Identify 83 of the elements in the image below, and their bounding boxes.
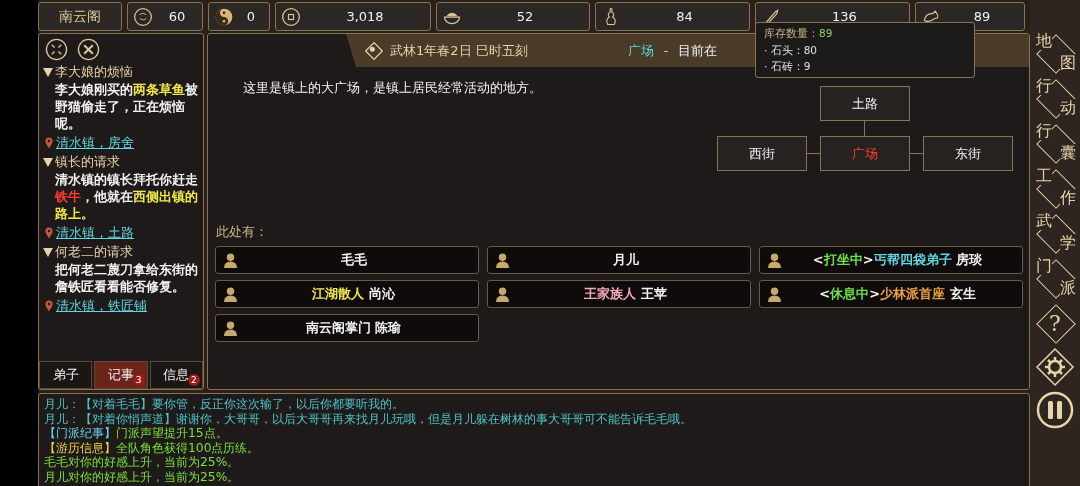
location-link[interactable]: 清水镇，土路 bbox=[56, 224, 134, 241]
menu-button[interactable]: 行囊 bbox=[1034, 122, 1076, 164]
location-link[interactable]: 清水镇，铁匠铺 bbox=[56, 297, 147, 314]
connector-line bbox=[807, 153, 820, 154]
log-message: 月儿：【对着毛毛】要你管，反正你这次输了，以后你都要听我的。 bbox=[44, 397, 405, 412]
close-icon[interactable] bbox=[77, 38, 100, 61]
person-icon bbox=[768, 286, 781, 302]
collapse-triangle-icon[interactable] bbox=[43, 157, 53, 167]
character-name: <休息中>少林派首座 玄生 bbox=[818, 285, 977, 303]
stat-value: 60 bbox=[167, 9, 187, 24]
character-card[interactable]: 江湖散人 尚沁 bbox=[215, 280, 479, 308]
quest-description: 清水镇的镇长拜托你赶走 铁牛，他就在西侧出镇的路上。 bbox=[55, 171, 199, 222]
map-node[interactable]: 广场 bbox=[820, 136, 910, 171]
person-icon bbox=[768, 252, 781, 268]
scene-description: 这里是镇上的大广场，是镇上居民经常活动的地方。 bbox=[243, 79, 543, 97]
emblem-icon bbox=[133, 6, 153, 27]
character-name: 江湖散人 尚沁 bbox=[311, 285, 396, 303]
location-pin-icon bbox=[45, 299, 53, 312]
expand-icon[interactable] bbox=[45, 38, 68, 61]
help-button[interactable]: ? bbox=[1034, 302, 1076, 344]
location-pin-icon bbox=[45, 226, 53, 239]
collapse-triangle-icon[interactable] bbox=[43, 67, 53, 77]
character-card[interactable]: 月儿 bbox=[487, 246, 751, 274]
person-icon bbox=[224, 252, 237, 268]
collapse-triangle-icon[interactable] bbox=[43, 247, 53, 257]
connector-line bbox=[910, 153, 923, 154]
status-text: 目前在 bbox=[678, 41, 718, 60]
section-label: 此处有： bbox=[216, 223, 269, 241]
map-node[interactable]: 西街 bbox=[717, 136, 807, 171]
compass-icon bbox=[364, 40, 384, 61]
menu-button[interactable]: 门派 bbox=[1034, 257, 1076, 299]
panel-tab[interactable]: 弟子 bbox=[39, 361, 93, 389]
location-link[interactable]: 清水镇，房舍 bbox=[56, 134, 134, 151]
sect-name: 南云阁 bbox=[38, 2, 122, 31]
map-node[interactable]: 土路 bbox=[820, 86, 910, 121]
separator: - bbox=[663, 43, 669, 58]
stat-value: 52 bbox=[515, 9, 535, 24]
log-message: 【游历信息】全队角色获得100点历练。 bbox=[44, 440, 261, 456]
log-message: 毛毛对你的好感上升，当前为25%。 bbox=[44, 455, 241, 470]
quest-description: 李大娘刚买的两条草鱼被野猫偷走了，正在烦恼呢。 bbox=[55, 81, 199, 132]
character-name: 王家族人 王苹 bbox=[583, 285, 668, 303]
stat-value: 0 bbox=[245, 9, 257, 24]
person-icon bbox=[496, 252, 509, 268]
person-icon bbox=[224, 320, 237, 336]
pause-icon[interactable] bbox=[1035, 390, 1075, 430]
game-date: 武林1年春2日 巳时五刻 bbox=[390, 41, 528, 60]
menu-button[interactable]: 行动 bbox=[1034, 77, 1076, 119]
tooltip-line: · 石砖：9 bbox=[764, 59, 812, 74]
yin-yang-icon bbox=[214, 6, 234, 27]
stat-value: 3,018 bbox=[345, 9, 385, 24]
log-message: 【门派纪事】门派声望提升15点。 bbox=[44, 426, 229, 441]
person-icon bbox=[224, 286, 237, 302]
current-location: 广场 bbox=[627, 41, 654, 60]
tooltip-title: 库存数量：89 bbox=[764, 26, 834, 41]
character-card[interactable]: 南云阁掌门 陈瑜 bbox=[215, 314, 479, 342]
menu-button[interactable]: 地图 bbox=[1034, 32, 1076, 74]
stat-value: 89 bbox=[972, 9, 992, 24]
connector-line bbox=[864, 121, 865, 136]
character-card[interactable]: 毛毛 bbox=[215, 246, 479, 274]
character-card[interactable]: <打坐中>丐帮四袋弟子 房琰 bbox=[759, 246, 1023, 274]
character-name: 南云阁掌门 陈瑜 bbox=[304, 319, 403, 337]
stat-value: 84 bbox=[675, 9, 694, 24]
settings-icon[interactable] bbox=[1035, 347, 1075, 387]
log-message: 月儿对你的好感上升，当前为25%。 bbox=[44, 469, 241, 485]
quest-title[interactable]: 李大娘的烦恼 bbox=[55, 63, 133, 81]
character-card[interactable]: <休息中>少林派首座 玄生 bbox=[759, 280, 1023, 308]
log-message: 月儿：【对着你悄声道】谢谢你，大哥哥，以后大哥哥再来找月儿玩哦，但是月儿躲在树林的事大哥哥可不能告诉毛毛哦。 bbox=[44, 411, 693, 427]
location-pin-icon bbox=[45, 136, 53, 149]
person-icon bbox=[496, 286, 509, 302]
stat-value: 136 bbox=[831, 9, 858, 24]
coin-icon bbox=[281, 6, 301, 27]
tooltip-line: · 石头：80 bbox=[764, 43, 819, 58]
menu-button[interactable]: 武学 bbox=[1034, 212, 1076, 254]
quest-title[interactable]: 镇长的请求 bbox=[55, 153, 120, 171]
map-node[interactable]: 东街 bbox=[923, 136, 1013, 171]
character-name: <打坐中>丐帮四袋弟子 房琰 bbox=[811, 251, 984, 269]
count-badge: 2 bbox=[188, 374, 200, 386]
character-name: 月儿 bbox=[611, 251, 640, 269]
quest-description: 把何老二蔑刀拿给东街的詹铁匠看看能否修复。 bbox=[55, 261, 199, 295]
quest-title[interactable]: 何老二的请求 bbox=[55, 243, 133, 261]
character-card[interactable]: 王家族人 王苹 bbox=[487, 280, 751, 308]
menu-button[interactable]: 工作 bbox=[1034, 167, 1076, 209]
character-name: 毛毛 bbox=[339, 251, 368, 269]
